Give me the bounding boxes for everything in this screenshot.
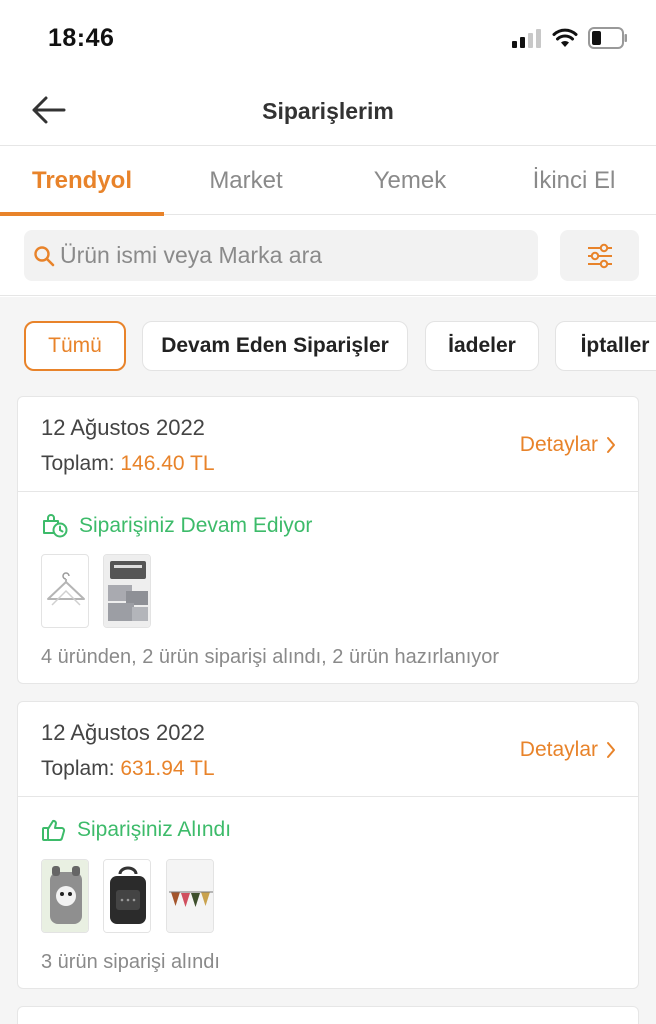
black-backpack-image — [104, 860, 150, 932]
hanger-image — [47, 572, 85, 606]
chevron-right-icon — [607, 437, 615, 453]
filter-sliders-icon — [587, 243, 612, 268]
thumbs-up-icon — [42, 819, 66, 841]
tab-yemek[interactable]: Yemek — [328, 147, 492, 215]
order-status: Siparişiniz Devam Ediyor — [41, 513, 312, 539]
order-date: 12 Ağustos 2022 — [41, 720, 205, 745]
order-card[interactable]: 12 Ağustos 2022 Toplam: 146.40 TL Detayl… — [17, 396, 639, 684]
order-status-text: Siparişiniz Alındı — [77, 818, 232, 841]
order-total-label: Toplam: — [41, 757, 115, 780]
page-title: Siparişlerim — [262, 98, 394, 124]
tab-market[interactable]: Market — [164, 147, 328, 215]
product-thumbnail-banner[interactable] — [166, 859, 214, 933]
platform-tabs: Trendyol Market Yemek İkinci El — [0, 147, 656, 216]
details-link[interactable]: Detaylar — [520, 738, 616, 762]
storage-box-image — [104, 555, 150, 627]
filter-chips: Tümü Devam Eden Siparişler İadeler İptal… — [24, 321, 656, 371]
order-total-amount: 631.94 TL — [120, 757, 215, 780]
chip-cancellations[interactable]: İptaller — [555, 321, 656, 371]
tab-trendyol[interactable]: Trendyol — [0, 147, 164, 216]
order-total-amount: 146.40 TL — [120, 452, 215, 475]
product-thumbnail-hanger[interactable] — [41, 554, 89, 628]
chip-returns[interactable]: İadeler — [425, 321, 539, 371]
search-input[interactable] — [60, 230, 530, 281]
product-thumbnail-storage-box[interactable] — [103, 554, 151, 628]
chip-all[interactable]: Tümü — [24, 321, 126, 371]
status-bar: 18:46 — [0, 0, 656, 76]
details-label: Detaylar — [519, 433, 598, 456]
kids-backpack-image — [42, 860, 88, 932]
status-time: 18:46 — [48, 24, 115, 52]
order-card[interactable] — [17, 1006, 639, 1024]
wifi-icon — [552, 28, 578, 47]
order-summary: 4 üründen, 2 ürün siparişi alındı, 2 ürü… — [41, 646, 500, 668]
order-total-label: Toplam: — [41, 452, 115, 475]
product-thumbnail-black-backpack[interactable] — [103, 859, 151, 933]
order-date: 12 Ağustos 2022 — [41, 415, 205, 440]
search-icon — [34, 246, 55, 267]
chevron-right-icon — [607, 742, 615, 758]
order-status-text: Siparişiniz Devam Ediyor — [79, 514, 313, 537]
order-total: Toplam: 631.94 TL — [41, 757, 215, 781]
chip-ongoing-orders[interactable]: Devam Eden Siparişler — [142, 321, 408, 371]
tab-ikinci-el[interactable]: İkinci El — [492, 147, 656, 215]
package-clock-icon — [43, 514, 68, 538]
nav-bar: Siparişlerim — [0, 76, 656, 146]
status-icons — [512, 26, 628, 50]
details-link[interactable]: Detaylar — [520, 433, 616, 457]
search-box[interactable] — [24, 230, 538, 281]
details-label: Detaylar — [519, 738, 598, 761]
order-header: 12 Ağustos 2022 Toplam: 631.94 TL Detayl… — [18, 702, 638, 797]
search-area — [0, 216, 656, 296]
order-card[interactable]: 12 Ağustos 2022 Toplam: 631.94 TL Detayl… — [17, 701, 639, 989]
cellular-signal-icon — [512, 29, 541, 48]
filter-button[interactable] — [560, 230, 639, 281]
order-total: Toplam: 146.40 TL — [41, 452, 215, 476]
order-status: Siparişiniz Alındı — [41, 818, 231, 842]
order-summary: 3 ürün siparişi alındı — [41, 951, 220, 973]
product-thumbnail-kids-backpack[interactable] — [41, 859, 89, 933]
orders-content: Tümü Devam Eden Siparişler İadeler İptal… — [0, 297, 656, 1024]
banner-image — [167, 860, 213, 932]
battery-icon — [588, 27, 627, 49]
order-header: 12 Ağustos 2022 Toplam: 146.40 TL Detayl… — [18, 397, 638, 492]
